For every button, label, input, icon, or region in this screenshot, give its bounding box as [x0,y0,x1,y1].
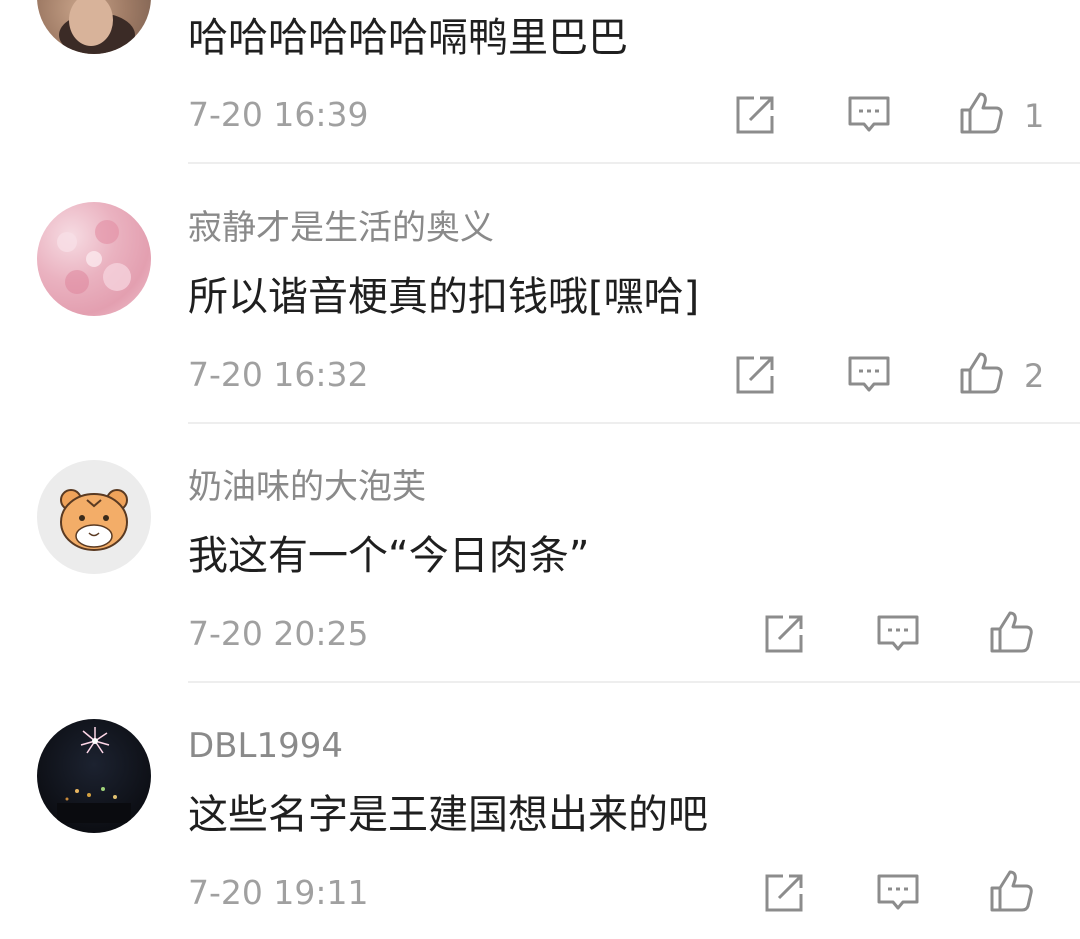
share-icon [736,96,774,134]
share-icon [736,356,774,394]
share-button[interactable] [732,92,778,138]
comment-item: 奶油味的大泡芙 我这有一个“今日肉条” 7-20 20:25 [0,424,1080,683]
thumbs-up-icon [990,870,1033,912]
comment-time: 7-20 16:39 [188,95,369,134]
reply-button[interactable] [875,611,921,657]
share-icon [765,615,803,653]
reply-icon [848,356,890,392]
reply-button[interactable] [846,92,892,138]
share-icon [765,874,803,912]
share-button[interactable] [761,870,807,916]
comment-text: 这些名字是王建国想出来的吧 [188,792,708,838]
like-count: 1 [1024,97,1045,135]
avatar[interactable] [37,202,151,316]
like-button[interactable] [958,90,1004,136]
avatar[interactable] [37,719,151,833]
avatar-woman-photo-icon [59,0,135,54]
comment-item: 哈哈哈哈哈哈嗝鸭里巴巴 7-20 16:39 1 [0,0,1080,165]
reply-button[interactable] [846,352,892,398]
reply-icon [848,96,890,132]
comment-time: 7-20 20:25 [188,614,369,653]
comment-text: 所以谐音梗真的扣钱哦[嘿哈] [188,274,700,320]
comment-time: 7-20 16:32 [188,355,369,394]
like-button[interactable] [958,350,1004,396]
comment-item: DBL1994 这些名字是王建国想出来的吧 7-20 19:11 [0,683,1080,939]
thumbs-up-icon [960,352,1003,394]
comment-username[interactable]: 寂静才是生活的奥义 [188,211,494,245]
like-button[interactable] [988,868,1034,914]
comment-username[interactable]: 奶油味的大泡芙 [188,470,426,504]
share-button[interactable] [732,352,778,398]
comment-item: 寂静才是生活的奥义 所以谐音梗真的扣钱哦[嘿哈] 7-20 16:32 2 [0,165,1080,424]
comment-username[interactable]: DBL1994 [188,729,343,763]
avatar-pink-blossom-icon [57,220,131,294]
divider [188,162,1080,164]
avatar-night-fireworks-icon [57,727,131,823]
avatar[interactable] [37,0,151,54]
avatar[interactable] [37,460,151,574]
thumbs-up-icon [960,92,1003,134]
reply-icon [877,615,919,651]
comment-time: 7-20 19:11 [188,873,369,912]
thumbs-up-icon [990,611,1033,653]
share-button[interactable] [761,611,807,657]
comment-text: 哈哈哈哈哈哈嗝鸭里巴巴 [188,15,628,61]
reply-button[interactable] [875,870,921,916]
comment-text: 我这有一个“今日肉条” [188,533,590,579]
reply-icon [877,874,919,910]
like-count: 2 [1024,357,1045,395]
like-button[interactable] [988,609,1034,655]
avatar-tiger-cartoon-icon [60,489,128,551]
